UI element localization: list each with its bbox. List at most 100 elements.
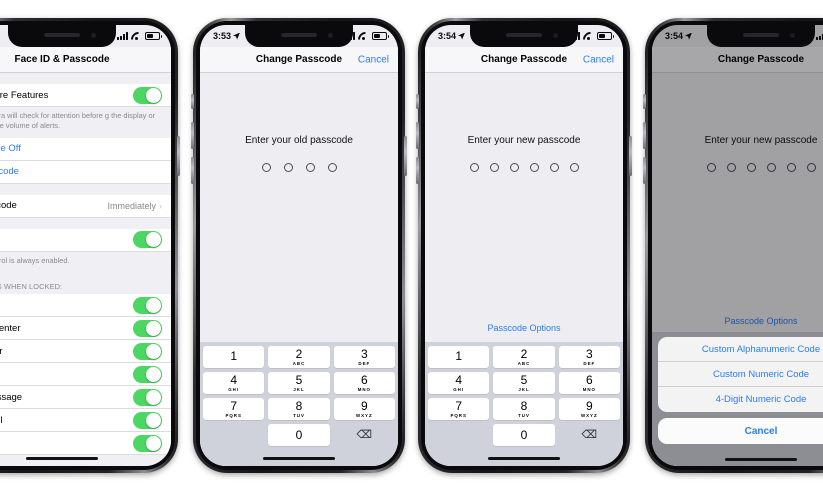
option-custom-alphanumeric-code[interactable]: Custom Alphanumeric Code [658,337,823,362]
key-3[interactable]: 3 DEF [558,346,620,368]
nav-bar-change-passcode: Change Passcode Cancel [425,47,623,73]
passcode-dots [261,163,337,172]
key-1[interactable]: 1 [203,346,265,368]
key-2[interactable]: 2 ABC [493,346,555,368]
delete-key[interactable]: ⌫ [559,424,620,446]
row-home-control[interactable]: e Control [0,409,171,433]
key-9[interactable]: 9 WXYZ [333,398,395,420]
toggle-reply-with-message[interactable] [133,388,162,406]
row-label: ol Center [0,345,3,357]
volume-up-button[interactable] [643,122,646,149]
nav-bar-settings: ings Face ID & Passcode [0,47,171,73]
toggle-control-center[interactable] [133,342,162,360]
key-1[interactable]: 1 [428,346,490,368]
key-6[interactable]: 6 MNO [558,372,620,394]
power-button[interactable] [629,136,632,176]
row-change-passcode[interactable]: ge Passcode [0,160,171,184]
page-title: Change Passcode [255,54,343,65]
group-spacer [0,73,171,84]
row-turn-passcode-off[interactable]: Passcode Off [0,137,171,161]
key-letters: GHI [228,386,240,392]
key-8[interactable]: 8 TUV [493,398,555,420]
toggle-today-view[interactable] [133,296,162,314]
key-7[interactable]: 7 PQRS [203,398,265,420]
keypad-row: 4 GHI 5 JKL 6 MNO [428,372,620,394]
home-indicator[interactable] [725,458,797,461]
key-7[interactable]: 7 PQRS [428,398,490,420]
location-arrow-icon [458,32,466,40]
keypad-row: 7 PQRS 8 TUV 9 WXYZ [203,398,395,420]
settings-list[interactable]: tion Aware Features epth camera will che… [0,73,171,466]
row-voice-dial[interactable]: Dial [0,228,171,252]
passcode-prompt-area: Enter your new passcode [425,73,623,323]
key-0[interactable]: 0 [493,424,555,446]
action-sheet-cancel-button[interactable]: Cancel [658,418,823,444]
row-control-center[interactable]: ol Center [0,340,171,364]
notch [245,25,353,47]
key-8[interactable]: 8 TUV [268,398,330,420]
key-number: 8 [520,399,528,414]
home-indicator[interactable] [26,456,98,460]
row-siri[interactable] [0,363,171,387]
passcode-options-button[interactable]: Passcode Options [652,316,823,332]
power-button[interactable] [177,136,180,176]
toggle-siri[interactable] [133,365,162,383]
cancel-button[interactable]: Cancel [583,54,614,65]
wifi-icon [583,32,594,40]
row-notification-center[interactable]: cation Center [0,317,171,341]
mute-switch[interactable] [416,94,419,109]
page-title: Change Passcode [717,54,805,65]
key-5[interactable]: 5 JKL [493,372,555,394]
toggle-home-control[interactable] [133,411,162,429]
key-4[interactable]: 4 GHI [203,372,265,394]
key-4[interactable]: 4 GHI [428,372,490,394]
option-custom-numeric-code[interactable]: Custom Numeric Code [658,362,823,387]
volume-down-button[interactable] [191,157,194,184]
key-number: 7 [455,399,462,414]
home-indicator[interactable] [488,456,560,460]
cancel-button[interactable]: Cancel [358,54,389,65]
key-number: 9 [360,399,368,414]
toggle-notification-center[interactable] [133,319,162,337]
key-3[interactable]: 3 DEF [333,346,395,368]
key-number: 2 [295,347,303,362]
location-arrow-icon [685,32,693,40]
mute-switch[interactable] [191,94,194,109]
power-button[interactable] [404,136,407,176]
key-9[interactable]: 9 WXYZ [558,398,620,420]
key-2[interactable]: 2 ABC [268,346,330,368]
status-time: 3:53 [213,31,241,41]
row-reply-with-message[interactable]: with Message [0,386,171,410]
numeric-keypad[interactable]: 1 2 ABC 3 DEF 4 GHI 5 JKL 6 MNO 7 PQRS 8… [425,342,623,450]
toggle-voice-dial[interactable] [133,231,162,249]
key-5[interactable]: 5 JKL [268,372,330,394]
home-indicator[interactable] [263,456,335,460]
keypad-row: 0 ⌫ [203,424,395,446]
mute-switch[interactable] [643,94,646,109]
key-0[interactable]: 0 [268,424,330,446]
key-6[interactable]: 6 MNO [333,372,395,394]
home-indicator-area [652,458,823,461]
volume-up-button[interactable] [416,122,419,149]
key-letters: WXYZ [355,412,373,418]
passcode-dot [327,163,337,172]
key-letters: DEF [583,360,596,366]
numeric-keypad[interactable]: 1 2 ABC 3 DEF 4 GHI 5 JKL 6 MNO 7 PQRS 8… [200,342,398,450]
passcode-options-action-sheet[interactable]: Custom Alphanumeric Code Custom Numeric … [658,337,823,444]
option-4-digit-numeric-code[interactable]: 4-Digit Numeric Code [658,387,823,412]
volume-up-button[interactable] [191,122,194,149]
key-number: 6 [360,373,368,388]
row-require-passcode[interactable]: re Passcode Immediately › [0,194,171,218]
passcode-options-button[interactable]: Passcode Options [425,323,623,342]
volume-down-button[interactable] [416,157,419,184]
passcode-dot [549,163,559,172]
delete-key[interactable]: ⌫ [334,424,395,446]
notch [707,25,815,47]
row-attention-aware-features[interactable]: tion Aware Features [0,84,171,107]
row-today-view[interactable]: y View [0,294,171,318]
volume-down-button[interactable] [643,157,646,184]
passcode-dot [766,163,776,172]
front-camera-icon [790,33,795,38]
key-letters: ABC [517,360,531,366]
toggle-attention-aware[interactable] [133,86,162,104]
